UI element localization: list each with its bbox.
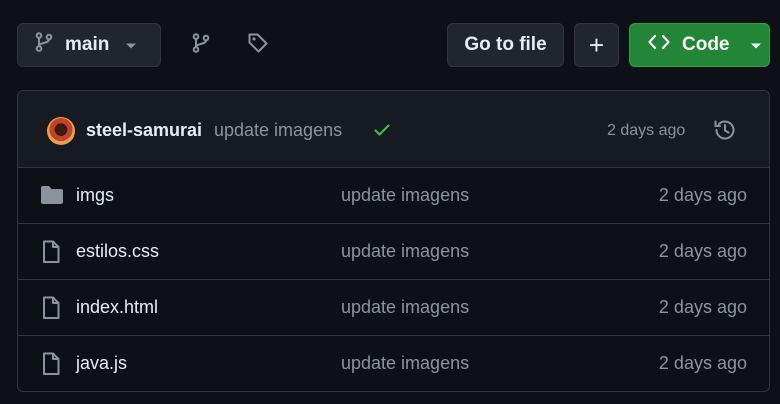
file-icon [40, 240, 62, 269]
code-button[interactable]: Code [629, 23, 770, 67]
tag-icon [247, 32, 269, 59]
folder-icon [40, 184, 64, 211]
file-commit-message[interactable]: update imagens [341, 353, 469, 374]
git-branch-icon [35, 32, 53, 58]
latest-commit-bar: steel-samurai update imagens 2 days ago [18, 91, 769, 168]
file-list: steel-samurai update imagens 2 days ago … [17, 90, 770, 392]
avatar[interactable] [47, 117, 75, 145]
repo-toolbar: main Go to file + Code [0, 0, 780, 90]
commit-time[interactable]: 2 days ago [607, 122, 685, 140]
file-name[interactable]: java.js [76, 353, 127, 374]
table-row[interactable]: estilos.css update imagens 2 days ago [18, 224, 769, 280]
table-row[interactable]: imgs update imagens 2 days ago [18, 168, 769, 224]
file-commit-time: 2 days ago [658, 185, 747, 205]
chevron-down-icon [750, 34, 762, 56]
file-commit-time: 2 days ago [658, 353, 747, 373]
chevron-down-icon [125, 34, 137, 56]
git-branch-icon [192, 32, 210, 58]
file-commit-message[interactable]: update imagens [341, 297, 469, 318]
file-commit-message[interactable]: update imagens [341, 185, 469, 206]
file-commit-time: 2 days ago [658, 241, 747, 261]
file-commit-time: 2 days ago [658, 297, 747, 317]
branch-select-button[interactable]: main [17, 23, 161, 67]
go-to-file-button[interactable]: Go to file [447, 23, 564, 67]
check-icon[interactable] [372, 120, 392, 145]
commit-message[interactable]: update imagens [214, 120, 342, 141]
history-icon[interactable] [712, 117, 738, 148]
code-label: Code [682, 34, 730, 55]
table-row[interactable]: index.html update imagens 2 days ago [18, 280, 769, 336]
branch-name: main [65, 34, 110, 55]
file-commit-message[interactable]: update imagens [341, 241, 469, 262]
tags-link[interactable] [243, 30, 273, 60]
file-name[interactable]: imgs [76, 185, 114, 206]
file-name[interactable]: index.html [76, 297, 158, 318]
branches-link[interactable] [186, 30, 216, 60]
code-icon [648, 34, 670, 56]
table-row[interactable]: java.js update imagens 2 days ago [18, 336, 769, 391]
plus-icon: + [588, 30, 605, 60]
go-to-file-label: Go to file [464, 34, 547, 55]
file-icon [40, 352, 62, 381]
file-icon [40, 296, 62, 325]
commit-author[interactable]: steel-samurai [86, 120, 202, 141]
file-name[interactable]: estilos.css [76, 241, 159, 262]
add-file-button[interactable]: + [574, 23, 619, 67]
